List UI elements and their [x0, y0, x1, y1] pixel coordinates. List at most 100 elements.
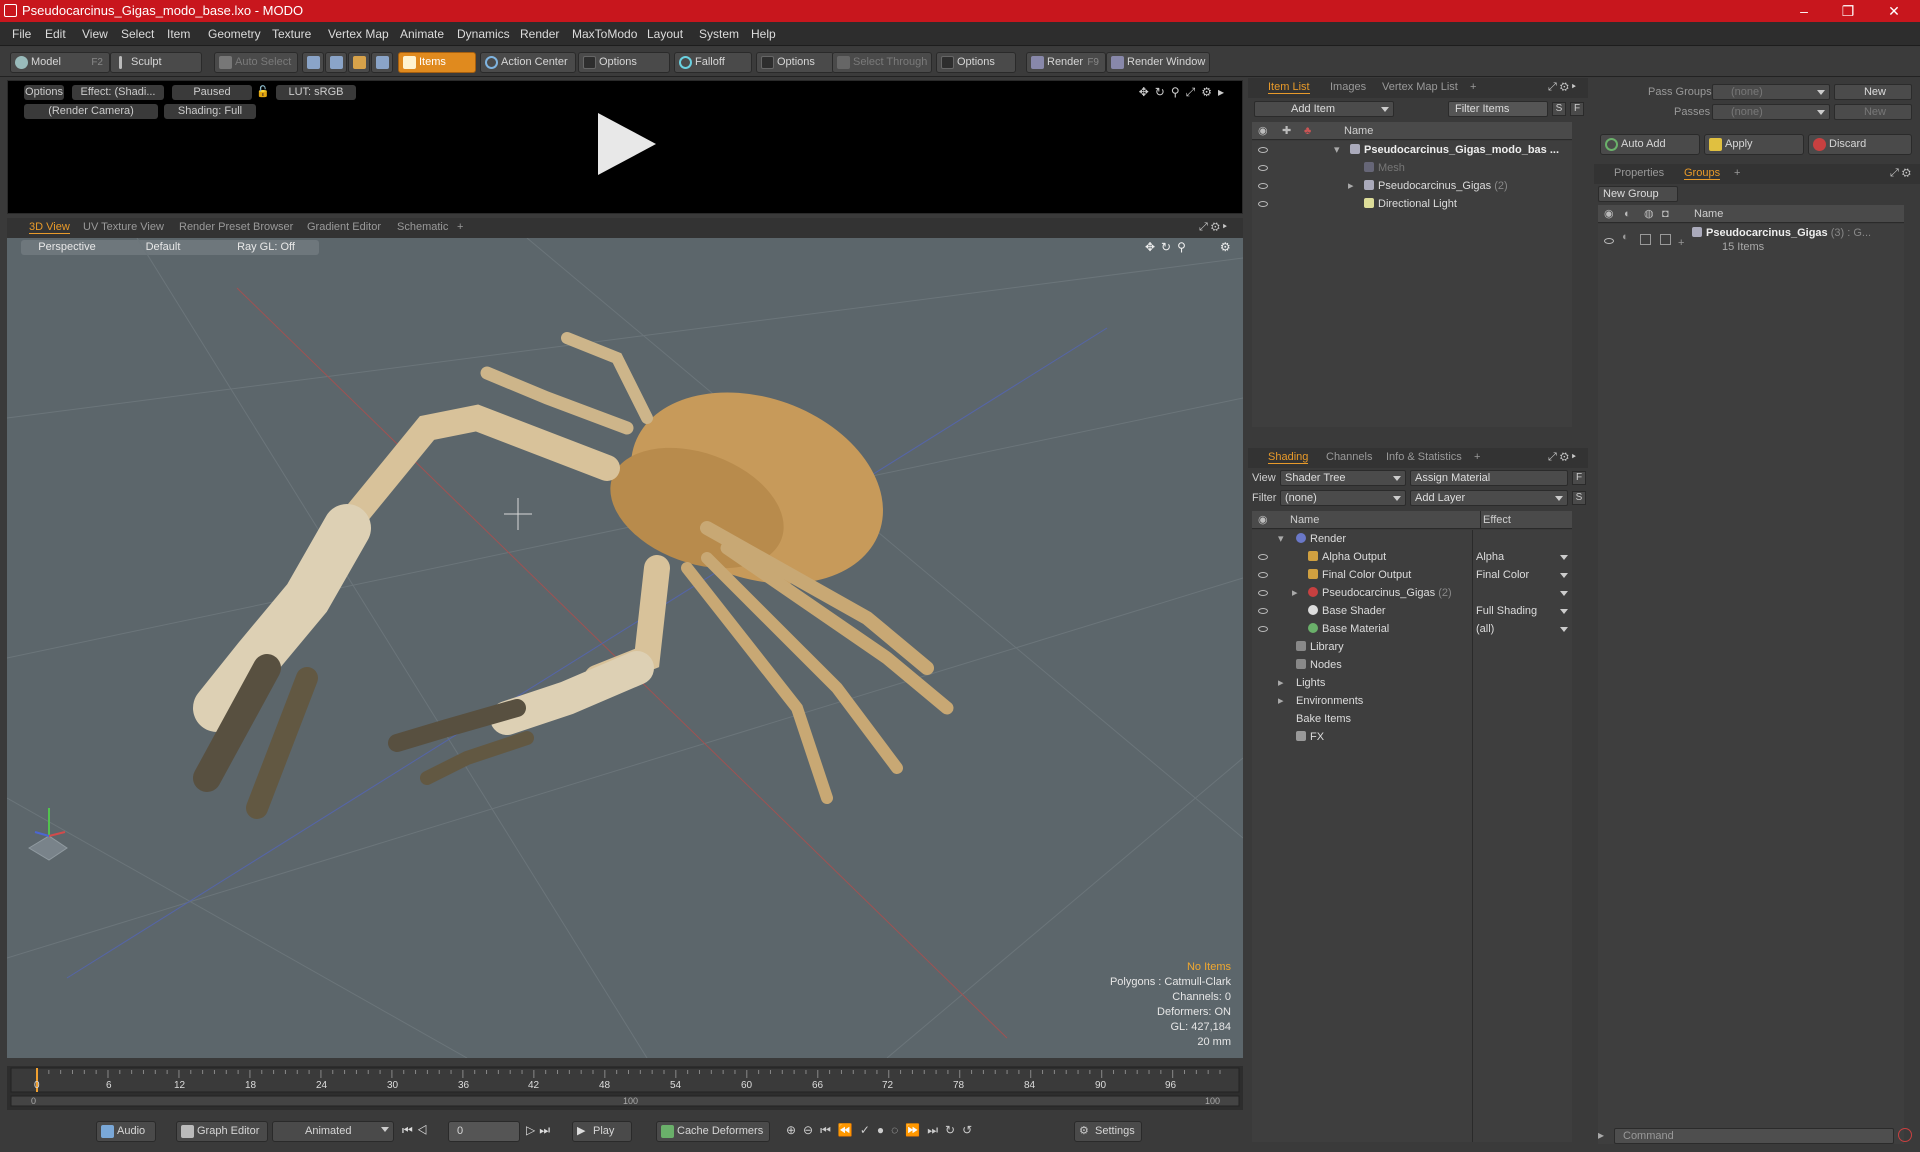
render-button[interactable]: Render F9	[1026, 52, 1106, 73]
select-checkbox[interactable]	[1660, 234, 1671, 245]
shader-row-final-color-output[interactable]: Final Color Output Final Color	[1252, 566, 1572, 584]
menu-dynamics[interactable]: Dynamics	[457, 27, 510, 41]
eye-icon[interactable]	[1258, 147, 1268, 153]
preview-camera-dropdown[interactable]: (Render Camera)	[24, 104, 158, 119]
falloff-button[interactable]: Falloff	[674, 52, 752, 73]
select-through-button[interactable]: Select Through	[832, 52, 932, 73]
shader-row-environments[interactable]: ▸ Environments	[1252, 692, 1572, 710]
tab-groups[interactable]: Groups	[1684, 167, 1721, 180]
eye-icon[interactable]	[1258, 554, 1268, 560]
column-name[interactable]: Name	[1290, 511, 1319, 529]
timeline[interactable]: 0 6 12 18 24 30 36 42 48 54 60 66 72 78 …	[7, 1066, 1243, 1110]
chevron-down-icon[interactable]: ▾	[1278, 530, 1284, 548]
apply-button[interactable]: Apply	[1704, 134, 1804, 155]
tab-properties[interactable]: Properties	[1614, 167, 1664, 179]
command-input[interactable]: Command	[1614, 1128, 1894, 1144]
list-item[interactable]: Mesh	[1252, 159, 1572, 177]
chevron-down-icon[interactable]	[1560, 555, 1568, 560]
eye-icon[interactable]	[1258, 572, 1268, 578]
skip-forward-controls[interactable]: ▷⏭	[526, 1123, 554, 1138]
new-pass-button[interactable]: New	[1834, 104, 1912, 120]
model-button[interactable]: Model F2	[10, 52, 110, 73]
filter-items-input[interactable]: Filter Items	[1448, 101, 1548, 117]
chevron-right-icon[interactable]: ▸	[1292, 584, 1298, 602]
cache-deformers-button[interactable]: Cache Deformers	[656, 1121, 770, 1142]
list-item[interactable]: Directional Light	[1252, 195, 1572, 213]
shader-row-material-group[interactable]: ▸ Pseudocarcinus_Gigas (2)	[1252, 584, 1572, 602]
action-center-button[interactable]: Action Center	[480, 52, 576, 73]
chevron-down-icon[interactable]	[1560, 573, 1568, 578]
add-tab-button[interactable]: +	[1470, 81, 1476, 93]
chevron-right-icon[interactable]: ▸	[1348, 177, 1354, 195]
preview-effect-dropdown[interactable]: Effect: (Shadi...	[72, 85, 164, 100]
tab-expand-icon[interactable]: ⤢ ⚙ ▸	[1199, 221, 1227, 234]
preview-options-button[interactable]: Options	[24, 85, 64, 100]
tab-vertex-map-list[interactable]: Vertex Map List	[1382, 81, 1458, 93]
shading-f-button[interactable]: F	[1572, 471, 1586, 485]
eye-icon[interactable]	[1258, 590, 1268, 596]
chevron-right-icon[interactable]: ▸	[1278, 692, 1284, 710]
close-button[interactable]: ✕	[1872, 0, 1916, 22]
menu-select[interactable]: Select	[121, 27, 154, 41]
tab-3d-view[interactable]: 3D View	[29, 221, 70, 234]
column-name[interactable]: Name	[1344, 122, 1373, 140]
new-pass-group-button[interactable]: New	[1834, 84, 1912, 100]
view-dropdown[interactable]: Shader Tree	[1280, 470, 1406, 486]
select-through-options-button[interactable]: Options	[936, 52, 1016, 73]
shader-row-bake-items[interactable]: Bake Items	[1252, 710, 1572, 728]
discard-button[interactable]: Discard	[1808, 134, 1912, 155]
panel-expand-icon[interactable]: ⤢ ⚙ ▸	[1548, 451, 1576, 464]
3d-viewport[interactable]: Perspective Default Ray GL: Off ✥↻⚲ ⚙ No…	[7, 238, 1243, 1058]
column-effect[interactable]: Effect	[1480, 511, 1511, 529]
panel-expand-icon[interactable]: ⤢ ⚙ ▸	[1548, 81, 1576, 94]
shader-row-nodes[interactable]: Nodes	[1252, 656, 1572, 674]
shader-row-base-shader[interactable]: Base Shader Full Shading	[1252, 602, 1572, 620]
add-item-dropdown[interactable]: Add Item	[1254, 101, 1394, 117]
menu-texture[interactable]: Texture	[272, 27, 311, 41]
chevron-down-icon[interactable]	[1560, 609, 1568, 614]
render-toggle-icon[interactable]: ◐	[1622, 228, 1629, 246]
eye-icon[interactable]	[1258, 608, 1268, 614]
chevron-down-icon[interactable]	[1560, 627, 1568, 632]
menu-vertex-map[interactable]: Vertex Map	[328, 27, 389, 41]
play-button[interactable]: ▶ Play	[572, 1121, 632, 1142]
expand-icon[interactable]: +	[1678, 234, 1684, 252]
preview-view-controls[interactable]: ✥↻⚲⤢⚙▸	[1139, 85, 1230, 100]
list-item[interactable]: ▸ Pseudocarcinus_Gigas (2)	[1252, 177, 1572, 195]
shader-row-lights[interactable]: ▸ Lights	[1252, 674, 1572, 692]
group-item[interactable]: ◐ + Pseudocarcinus_Gigas (3) : G... 15 I…	[1598, 227, 1904, 258]
materials-mode-button[interactable]	[371, 52, 393, 73]
menu-help[interactable]: Help	[751, 27, 776, 41]
tab-item-list[interactable]: Item List	[1268, 81, 1310, 94]
auto-select-button[interactable]: Auto Select	[214, 52, 298, 73]
animated-dropdown[interactable]: Animated	[272, 1121, 394, 1142]
menu-maxtomodo[interactable]: MaxToModo	[572, 27, 637, 41]
command-history-icon[interactable]	[1898, 1128, 1912, 1142]
lock-checkbox[interactable]	[1640, 234, 1651, 245]
menu-layout[interactable]: Layout	[647, 27, 683, 41]
range-end[interactable]: 100	[1205, 1096, 1220, 1106]
shader-row-base-material[interactable]: Base Material (all)	[1252, 620, 1572, 638]
tab-info-statistics[interactable]: Info & Statistics	[1386, 451, 1462, 463]
menu-render[interactable]: Render	[520, 27, 559, 41]
falloff-options-button[interactable]: Options	[756, 52, 834, 73]
add-tab-button[interactable]: +	[1474, 451, 1480, 463]
lock-icon[interactable]: 🔓	[256, 85, 270, 100]
add-layer-dropdown[interactable]: Add Layer	[1410, 490, 1568, 506]
tab-images[interactable]: Images	[1330, 81, 1366, 93]
menu-geometry[interactable]: Geometry	[208, 27, 261, 41]
settings-button[interactable]: ⚙ Settings	[1074, 1121, 1142, 1142]
eye-icon[interactable]	[1258, 183, 1268, 189]
tab-gradient-editor[interactable]: Gradient Editor	[307, 221, 381, 233]
chevron-down-icon[interactable]: ▾	[1334, 141, 1340, 159]
tab-channels[interactable]: Channels	[1326, 451, 1372, 463]
edges-mode-button[interactable]	[325, 52, 347, 73]
render-window-button[interactable]: Render Window	[1106, 52, 1210, 73]
shader-row-fx[interactable]: FX	[1252, 728, 1572, 746]
eye-icon[interactable]	[1604, 238, 1614, 244]
shader-row-render[interactable]: ▾ Render	[1252, 530, 1572, 548]
tab-render-preset-browser[interactable]: Render Preset Browser	[179, 221, 293, 233]
minimize-button[interactable]: –	[1782, 0, 1826, 22]
key-tools-controls[interactable]: ⊕⊖⏮⏪✓●◌⏩⏭↻↺	[786, 1123, 979, 1138]
graph-editor-button[interactable]: Graph Editor	[176, 1121, 268, 1142]
